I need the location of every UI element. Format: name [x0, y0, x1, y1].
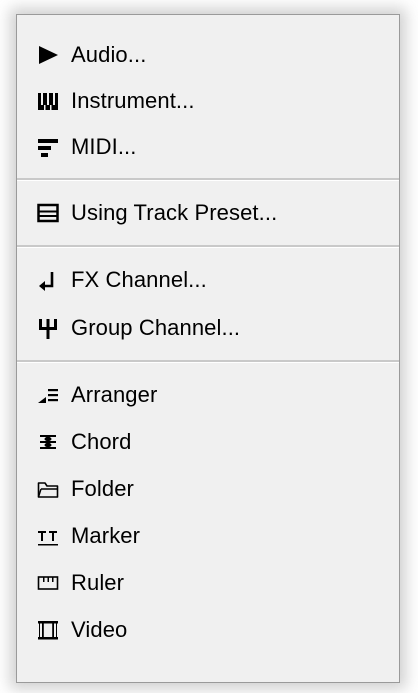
ruler-icon: [37, 575, 59, 590]
instrument-keys-icon: [38, 93, 58, 110]
menu-body: Audio... Instrument... MIDI... Using Tra…: [17, 15, 399, 682]
menu-item-label: Marker: [71, 522, 141, 548]
menu-separator: [17, 178, 399, 181]
menu-separator: [17, 245, 399, 248]
fx-channel-icon: [39, 272, 54, 291]
marker-icon: [38, 530, 58, 545]
menu-item-label: Chord: [71, 428, 132, 454]
menu-item-arranger[interactable]: Arranger: [17, 371, 399, 418]
menu-item-label: Audio...: [71, 42, 147, 67]
menu-item-label: Arranger: [71, 381, 158, 407]
midi-icon: [38, 139, 58, 157]
menu-item-video[interactable]: Video: [17, 606, 399, 653]
menu-item-label: Folder: [71, 475, 134, 501]
audio-play-icon: [39, 46, 58, 64]
menu-item-label: Using Track Preset...: [71, 200, 278, 225]
menu-item-fx-channel[interactable]: FX Channel...: [17, 256, 399, 304]
menu-item-audio[interactable]: Audio...: [17, 32, 399, 78]
menu-item-folder[interactable]: Folder: [17, 465, 399, 512]
arranger-icon: [38, 388, 58, 403]
menu-item-label: Video: [71, 616, 128, 642]
menu-item-marker[interactable]: Marker: [17, 512, 399, 559]
group-channel-icon: [39, 319, 57, 339]
menu-item-ruler[interactable]: Ruler: [17, 559, 399, 606]
menu-item-label: Group Channel...: [71, 315, 241, 340]
track-preset-icon: [37, 203, 59, 223]
menu-item-label: FX Channel...: [71, 267, 207, 292]
menu-item-label: Ruler: [71, 569, 125, 595]
menu-item-label: Instrument...: [71, 88, 195, 113]
menu-item-label: MIDI...: [71, 134, 137, 159]
menu-item-midi[interactable]: MIDI...: [17, 124, 399, 170]
menu-item-group-channel[interactable]: Group Channel...: [17, 304, 399, 352]
folder-icon: [37, 481, 59, 498]
menu-item-chord[interactable]: Chord: [17, 418, 399, 465]
video-icon: [38, 620, 58, 639]
menu-item-using-track-preset[interactable]: Using Track Preset...: [17, 189, 399, 237]
chord-icon: [40, 434, 56, 449]
context-menu: Audio... Instrument... MIDI... Using Tra…: [16, 14, 400, 683]
menu-item-instrument[interactable]: Instrument...: [17, 78, 399, 124]
menu-separator: [17, 360, 399, 363]
